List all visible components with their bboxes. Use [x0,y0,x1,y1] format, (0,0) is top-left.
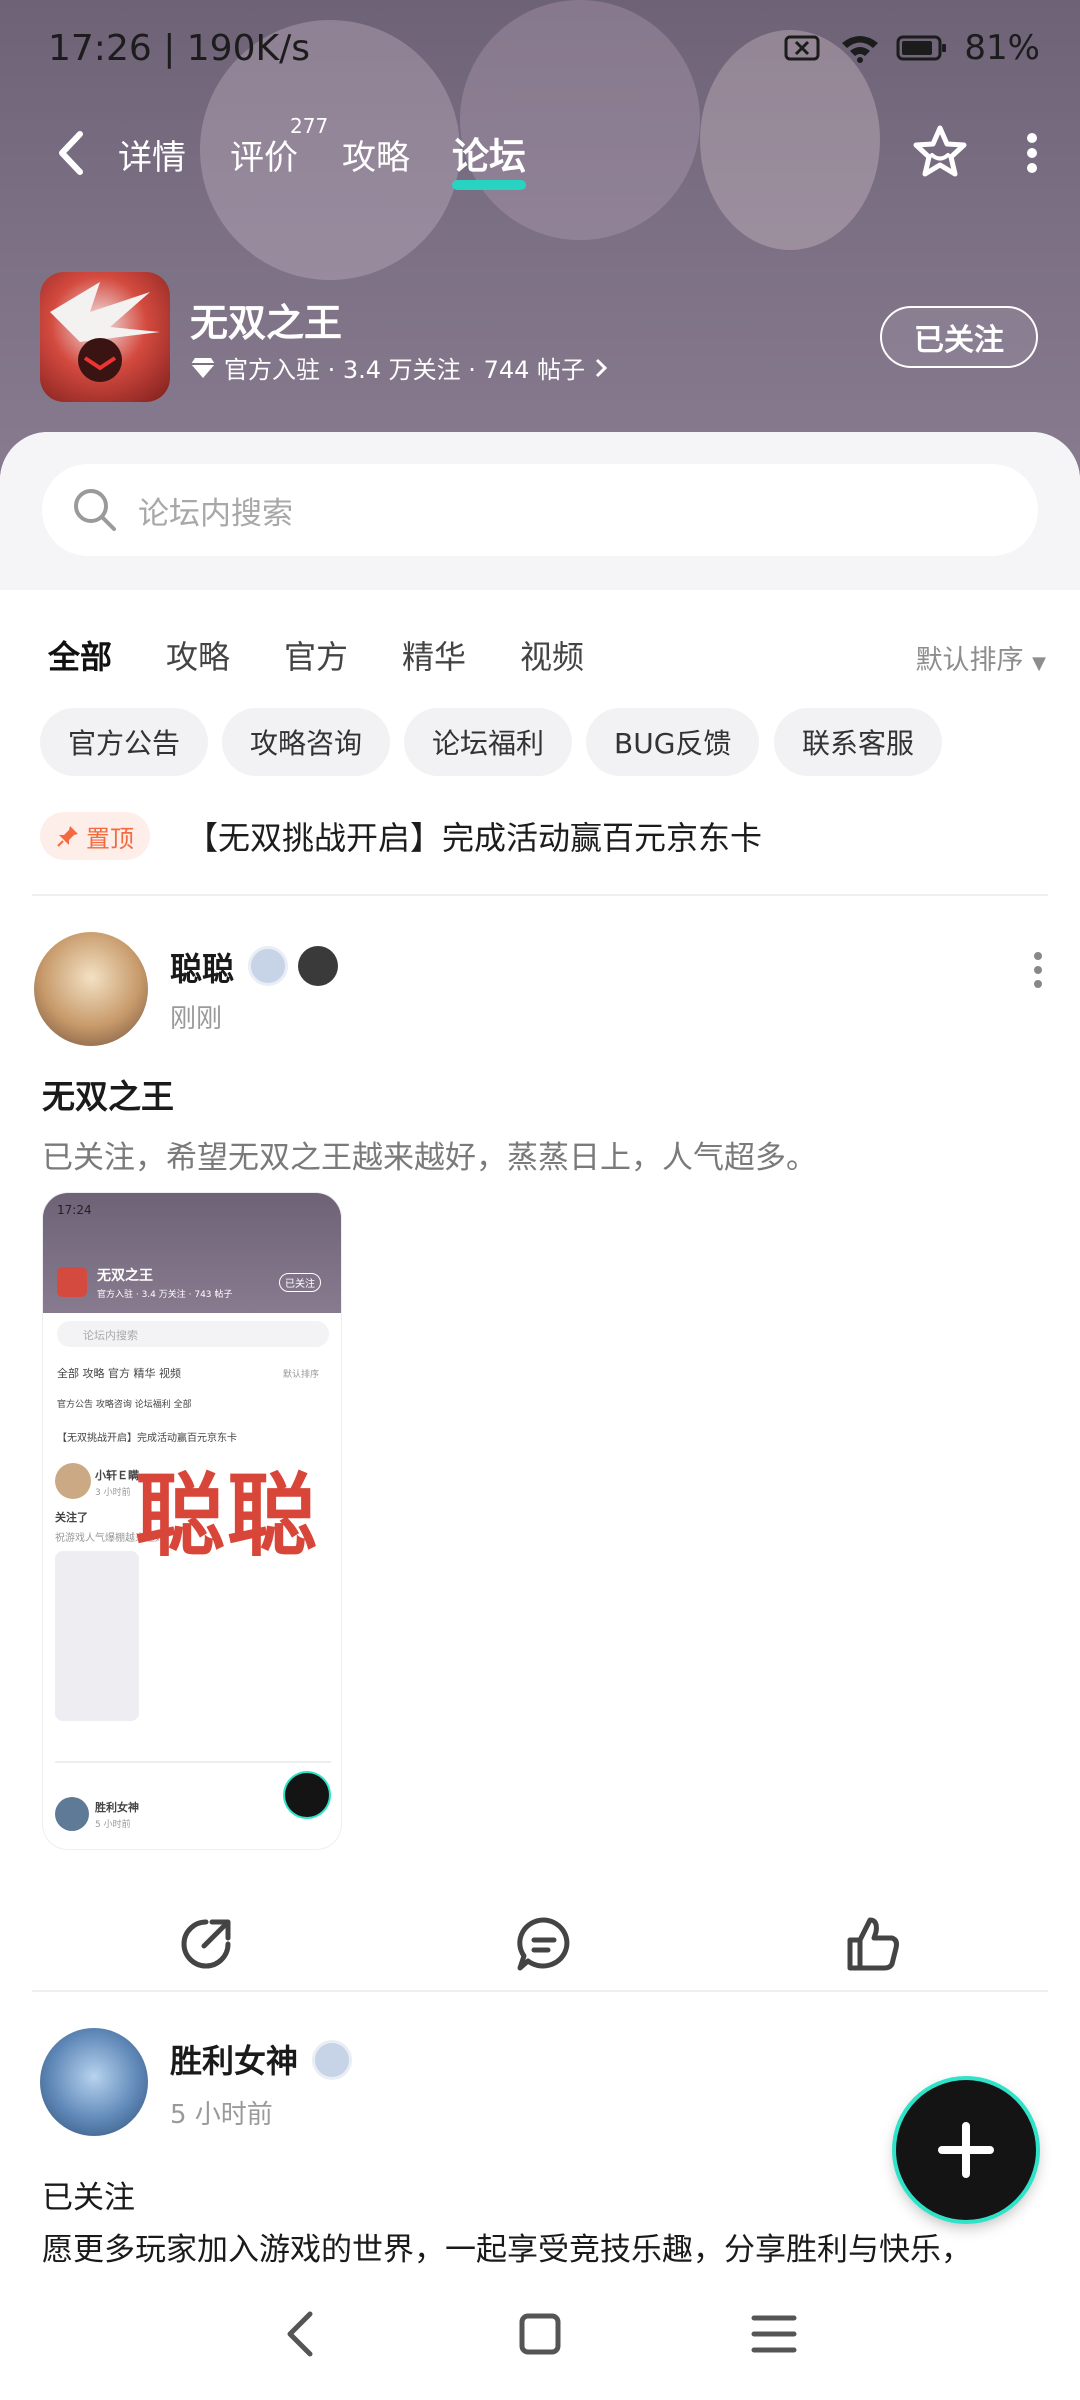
app-name: 无双之王 [190,301,343,345]
new-post-button[interactable] [896,2080,1036,2220]
post-time: 5 小时前 [170,2100,273,2130]
search-placeholder: 论坛内搜索 [138,495,293,532]
search-input[interactable]: 论坛内搜索 [42,464,1038,556]
nav-menu-icon[interactable] [746,2306,802,2362]
app-meta-text: 官方入驻 · 3.4 万关注 · 744 帖子 [224,356,586,384]
category-tab-official[interactable]: 官方 [284,632,348,678]
pin-label: 置顶 [86,824,134,853]
search-icon [74,489,116,531]
chip-customer-service[interactable]: 联系客服 [774,708,943,776]
top-nav: 详情 评价 277 攻略 论坛 [0,114,1080,190]
post-more-icon[interactable] [1032,950,1044,990]
image-text: 小轩Ｅ瞒 [95,1469,139,1482]
image-text: 【无双挑战开启】完成活动赢百元京东卡 [57,1433,237,1444]
sim-off-icon [784,35,820,61]
category-tab-guides[interactable]: 攻略 [166,632,230,678]
post-body: 愿更多玩家加入游戏的世界，一起享受竞技乐趣，分享胜利与快乐， [42,2232,972,2268]
header-banner: 17:26 | 190K/s 81% 详情 评价 277 攻略 论坛 无双之王 … [0,0,1080,480]
pinned-post[interactable]: 置顶 【无双挑战开启】完成活动赢百元京东卡 [40,806,1040,866]
post-username[interactable]: 胜利女神 [170,2036,298,2082]
category-tab-all[interactable]: 全部 [48,632,112,684]
nav-home-icon[interactable] [512,2306,568,2362]
category-tab-featured[interactable]: 精华 [402,632,466,678]
more-options-icon[interactable] [1022,130,1042,176]
back-icon[interactable] [52,128,92,178]
image-text: 官方公告 攻略咨询 论坛福利 全部 [57,1400,192,1410]
image-app-icon [57,1267,87,1297]
tab-forum[interactable]: 论坛 [452,126,526,190]
app-meta[interactable]: 官方入驻 · 3.4 万关注 · 744 帖子 [190,350,609,385]
image-text: 关注了 [55,1511,88,1524]
follow-button[interactable]: 已关注 [880,306,1038,368]
image-avatar [55,1797,89,1831]
sort-dropdown[interactable]: 默认排序 ▼ [916,638,1046,677]
battery-level: 81% [964,28,1040,68]
status-icons: 81% [784,28,1040,68]
battery-icon [896,35,947,61]
image-text: 论坛内搜索 [83,1329,138,1342]
image-avatar [55,1463,91,1499]
image-text: 全部 攻略 官方 精华 视频 [57,1367,181,1380]
post-time: 刚刚 [170,1004,223,1034]
category-tabs: 全部 攻略 官方 精华 视频 默认排序 ▼ [0,622,1080,692]
reviews-count-badge: 277 [290,114,329,138]
post-title: 无双之王 [42,1077,174,1116]
image-text: 无双之王 [97,1268,153,1284]
diamond-icon [191,357,215,378]
image-text: 5 小时前 [95,1820,131,1830]
search-area: 论坛内搜索 [0,432,1080,590]
level-badge-icon [312,2040,352,2080]
chip-announcements[interactable]: 官方公告 [40,708,209,776]
sort-label: 默认排序 [915,645,1024,676]
image-text: 3 小时前 [95,1488,131,1498]
image-fab [285,1773,329,1817]
image-watermark: 聪聪 [135,1464,319,1569]
plus-icon [938,2122,994,2178]
caret-down-icon: ▼ [1032,653,1046,674]
topic-chips: 官方公告 攻略咨询 论坛福利 BUG反馈 联系客服 [40,708,1040,778]
pin-tag: 置顶 [40,812,150,860]
post-body: 已关注，希望无双之王越来越好，蒸蒸日上，人气超多。 [42,1140,817,1176]
post-username[interactable]: 聪聪 [170,944,234,990]
status-time: 17:26 | 190K/s [48,28,310,69]
avatar[interactable] [40,2028,148,2136]
system-nav-bar [0,2270,1080,2400]
image-text: 17:24 [57,1203,92,1217]
post-title: 已关注 [42,2180,135,2216]
image-nested-screenshot [55,1551,139,1721]
tab-guides[interactable]: 攻略 [342,130,410,179]
pinned-title: 【无双挑战开启】完成活动赢百元京东卡 [186,819,763,857]
favorite-star-icon[interactable] [910,122,970,182]
pin-icon [57,826,78,847]
image-text: 默认排序 [283,1370,320,1380]
chip-bug-report[interactable]: BUG反馈 [586,708,760,776]
share-icon[interactable] [176,1914,236,1974]
avatar[interactable] [34,932,148,1046]
post-image[interactable]: 17:24 无双之王 官方入驻 · 3.4 万关注 · 743 帖子 已关注 论… [42,1192,342,1850]
status-bar: 17:26 | 190K/s 81% [0,0,1080,100]
image-text: 胜利女神 [95,1801,139,1814]
like-icon[interactable] [842,1914,902,1974]
nav-back-icon[interactable] [274,2306,330,2362]
comment-icon[interactable] [514,1914,574,1974]
category-tab-video[interactable]: 视频 [520,632,584,678]
app-info: 无双之王 官方入驻 · 3.4 万关注 · 744 帖子 已关注 [40,272,1040,402]
tab-details[interactable]: 详情 [118,130,186,179]
chip-guide-consult[interactable]: 攻略咨询 [222,708,391,776]
divider [32,1990,1048,1992]
image-divider [55,1761,331,1763]
title-badge-icon [298,946,338,986]
tab-reviews[interactable]: 评价 [230,130,298,179]
chip-forum-benefits[interactable]: 论坛福利 [404,708,573,776]
image-text: 已关注 [279,1273,321,1292]
post-actions [0,1900,1080,1990]
chevron-right-icon [595,358,608,377]
image-text: 官方入驻 · 3.4 万关注 · 743 帖子 [97,1290,233,1300]
level-badge-icon [248,946,288,986]
wifi-icon [842,36,879,63]
app-icon[interactable] [40,272,170,402]
divider [32,894,1048,896]
app-icon-art [50,282,160,382]
